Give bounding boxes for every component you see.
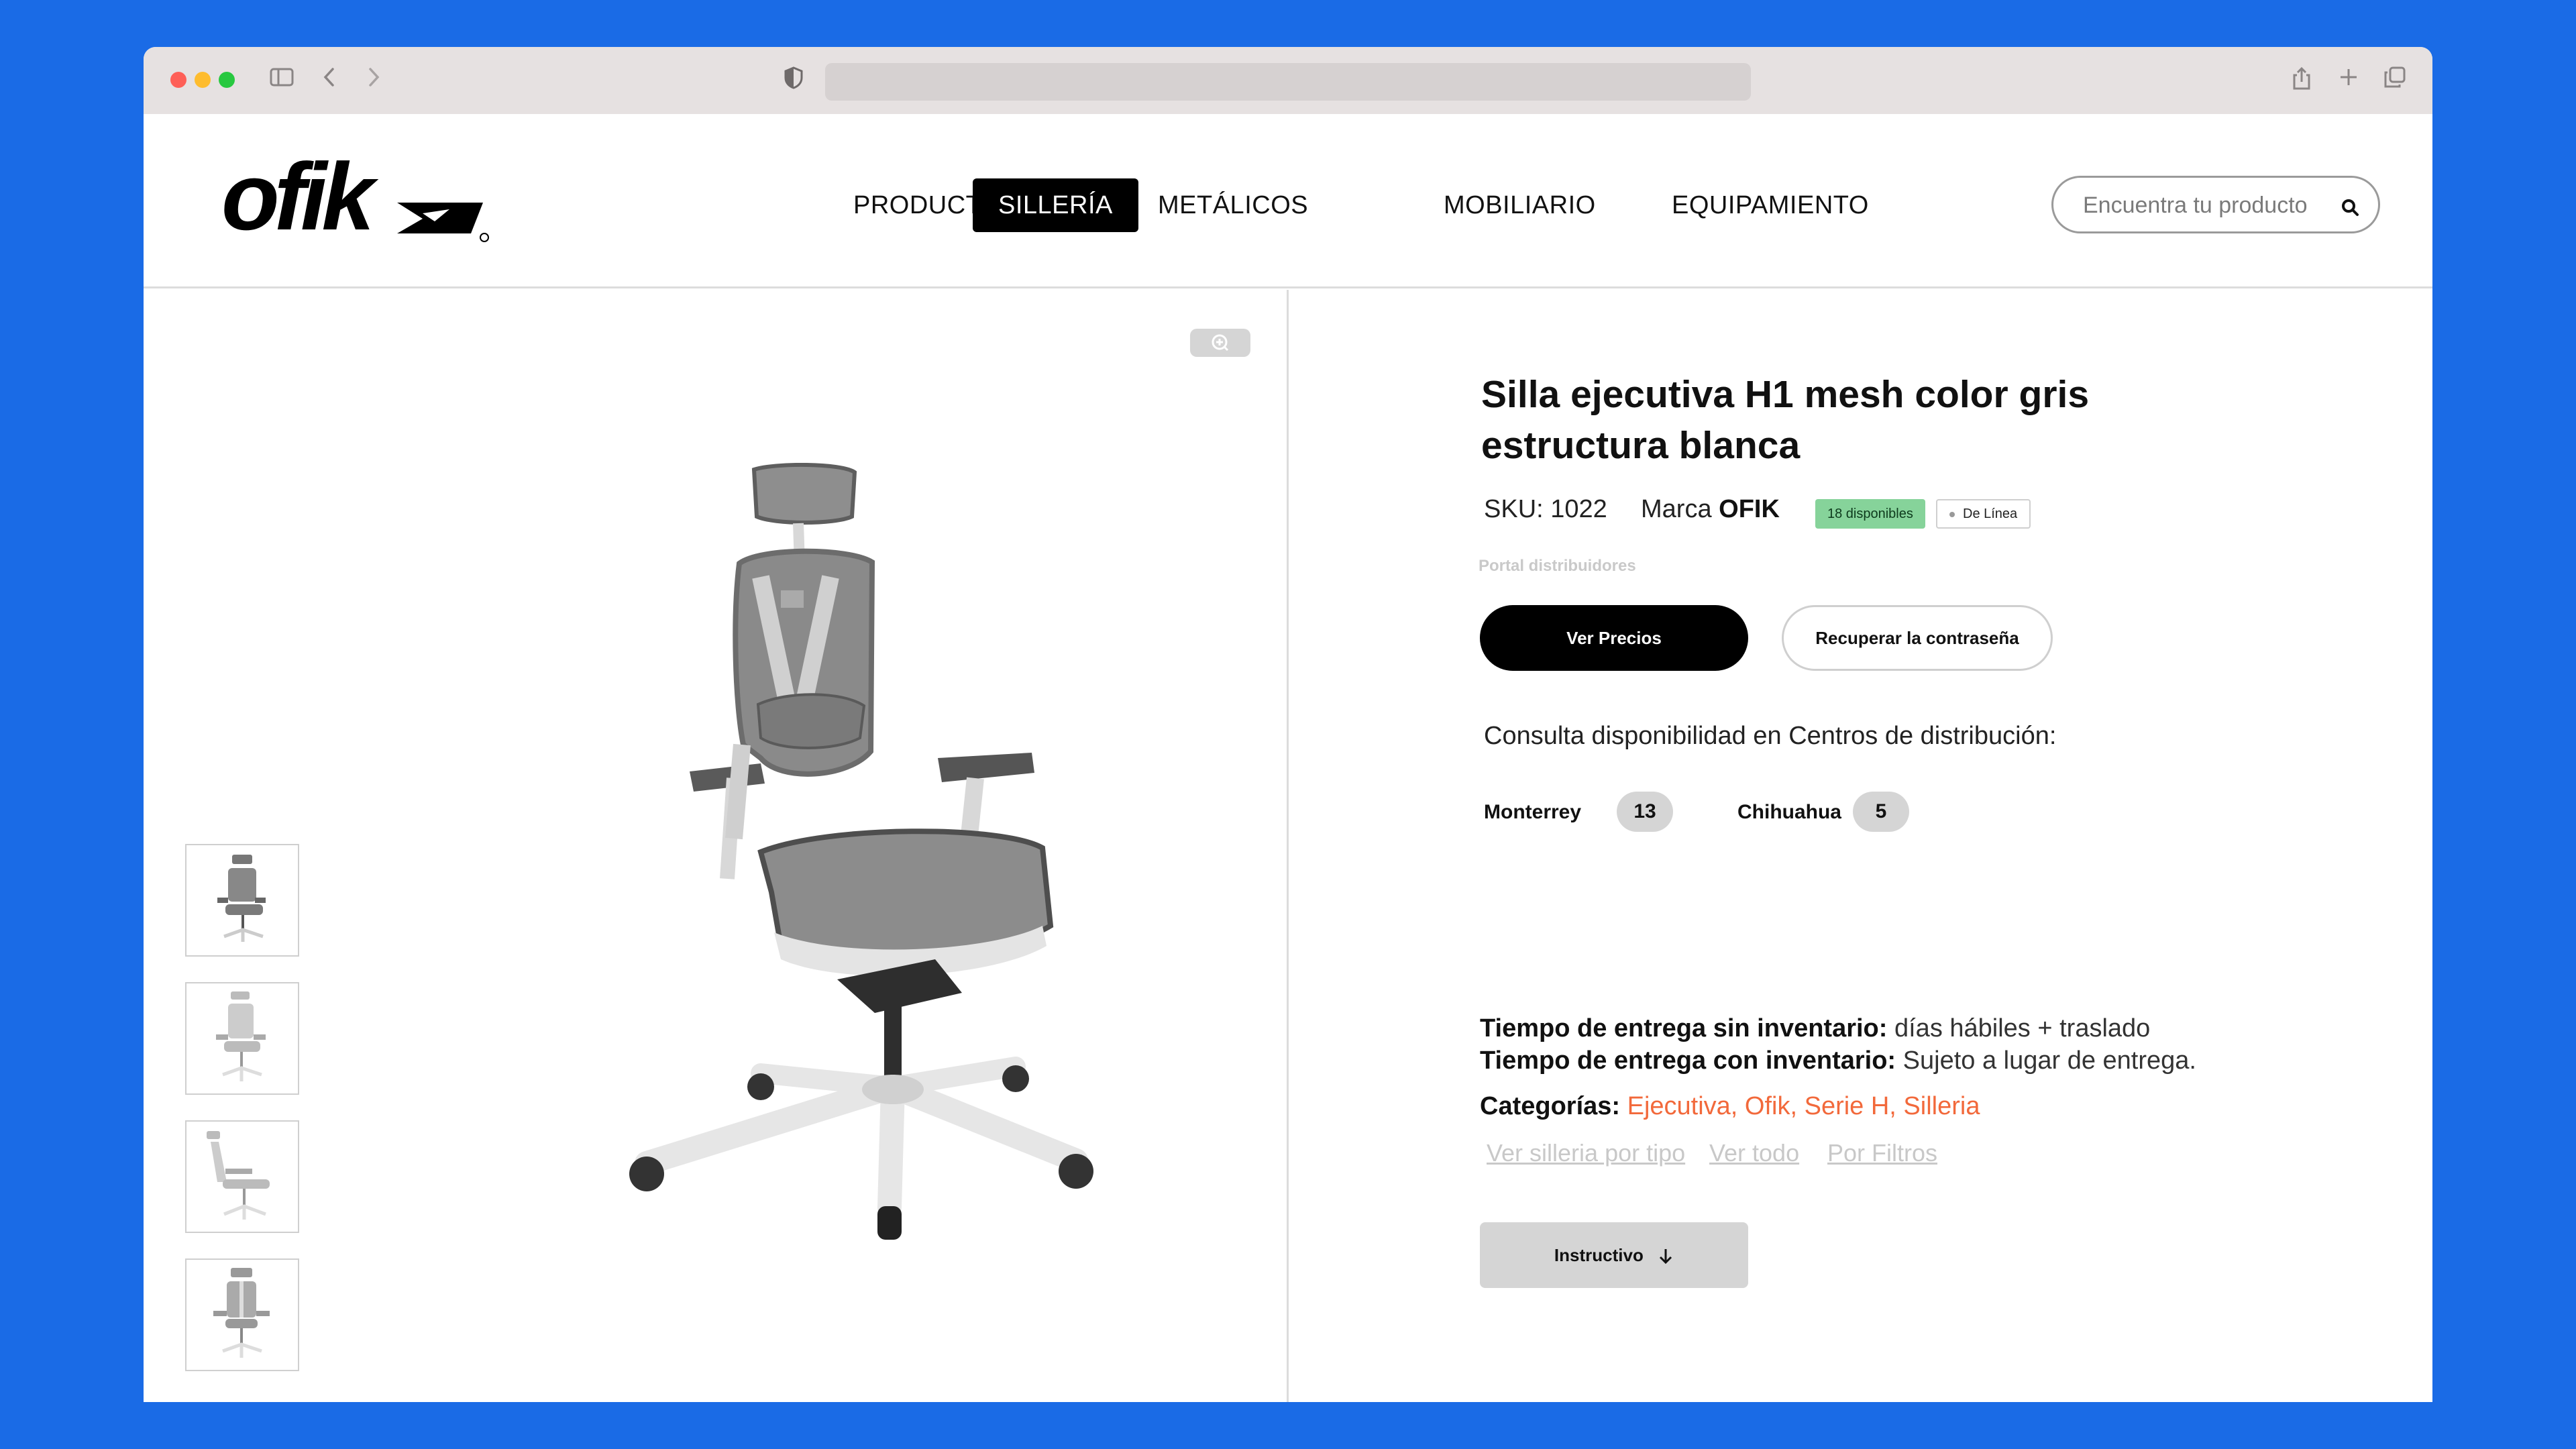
close-window-button[interactable] [170, 72, 186, 88]
browser-window: ofik PRODUCTOS SILLERÍA METÁLICOS MOBILI… [144, 47, 2432, 1402]
categories-line: Categorías: Ejecutiva, Ofik, Serie H, Si… [1480, 1092, 1980, 1121]
zoom-in-icon [1212, 334, 1229, 352]
share-icon[interactable] [2290, 66, 2313, 94]
categories-label: Categorías: [1480, 1092, 1621, 1120]
maximize-window-button[interactable] [219, 72, 235, 88]
nav-metalicos[interactable]: METÁLICOS [1132, 178, 1334, 232]
delivery-no-stock-value: días hábiles + traslado [1887, 1014, 2151, 1042]
link-silleria-por-tipo[interactable]: Ver silleria por tipo [1487, 1139, 1685, 1167]
availability-title: Consulta disponibilidad en Centros de di… [1484, 722, 2057, 750]
zoom-button[interactable] [1190, 329, 1250, 357]
new-tab-icon[interactable] [2337, 66, 2360, 94]
product-title: Silla ejecutiva H1 mesh color gris estru… [1481, 373, 2090, 467]
product-main-image[interactable] [559, 462, 1163, 1248]
delivery-stock-label: Tiempo de entrega con inventario: [1480, 1046, 1896, 1075]
forward-arrow-icon[interactable] [364, 66, 384, 94]
thumbnail-side-angle[interactable] [185, 982, 299, 1095]
center-name-chihuahua: Chihuahua [1737, 801, 1841, 823]
nav-silleria[interactable]: SILLERÍA [973, 178, 1138, 232]
search-box[interactable] [2051, 176, 2380, 233]
instructivo-label: Instructivo [1554, 1245, 1644, 1265]
product-brand: Marca OFIK [1641, 495, 1780, 524]
nav-equipamiento[interactable]: EQUIPAMIENTO [1646, 178, 1894, 232]
nav-mobiliario[interactable]: MOBILIARIO [1418, 178, 1621, 232]
address-bar[interactable] [825, 63, 1751, 101]
search-icon[interactable] [2339, 197, 2361, 218]
link-por-filtros[interactable]: Por Filtros [1827, 1139, 1937, 1167]
delivery-stock: Tiempo de entrega con inventario: Sujeto… [1480, 1046, 2196, 1075]
download-arrow-icon [1660, 1249, 1672, 1265]
link-ver-todo[interactable]: Ver todo [1709, 1139, 1799, 1167]
center-qty-monterrey: 13 [1617, 792, 1673, 832]
minimize-window-button[interactable] [195, 72, 211, 88]
back-arrow-icon[interactable] [319, 66, 339, 94]
center-qty-chihuahua: 5 [1853, 792, 1909, 832]
delivery-no-stock: Tiempo de entrega sin inventario: días h… [1480, 1014, 2150, 1043]
thumbnail-side-profile[interactable] [185, 1120, 299, 1233]
browser-titlebar [144, 47, 2432, 114]
product-sku: SKU: 1022 [1484, 495, 1607, 523]
dot-icon [1949, 511, 1955, 517]
view-prices-button[interactable]: Ver Precios [1480, 605, 1748, 671]
sidebar-toggle-icon[interactable] [268, 66, 295, 94]
site-header: ofik PRODUCTOS SILLERÍA METÁLICOS MOBILI… [144, 114, 2432, 288]
shield-icon [782, 66, 805, 94]
stock-badge: 18 disponibles [1815, 499, 1925, 529]
recover-password-button[interactable]: Recuperar la contraseña [1782, 605, 2053, 671]
line-badge-label: De Línea [1963, 506, 2018, 521]
ofik-logo[interactable]: ofik [221, 144, 490, 250]
thumbnail-back[interactable] [185, 1258, 299, 1371]
thumbnail-front-three-quarter[interactable] [185, 844, 299, 957]
center-name-monterrey: Monterrey [1484, 801, 1582, 823]
tab-overview-icon[interactable] [2383, 66, 2407, 94]
delivery-no-stock-label: Tiempo de entrega sin inventario: [1480, 1014, 1888, 1042]
svg-text:ofik: ofik [221, 154, 378, 248]
delivery-stock-value: Sujeto a lugar de entrega. [1896, 1046, 2196, 1075]
brand-label: Marca [1641, 495, 1712, 523]
search-input[interactable] [2083, 189, 2331, 222]
column-divider [1287, 290, 1289, 1402]
portal-label: Portal distribuidores [1479, 557, 1636, 575]
line-badge: De Línea [1936, 499, 2031, 529]
brand-name: OFIK [1719, 495, 1780, 523]
instructivo-button[interactable]: Instructivo [1480, 1222, 1748, 1288]
categories-links[interactable]: Ejecutiva, Ofik, Serie H, Silleria [1620, 1092, 1980, 1120]
